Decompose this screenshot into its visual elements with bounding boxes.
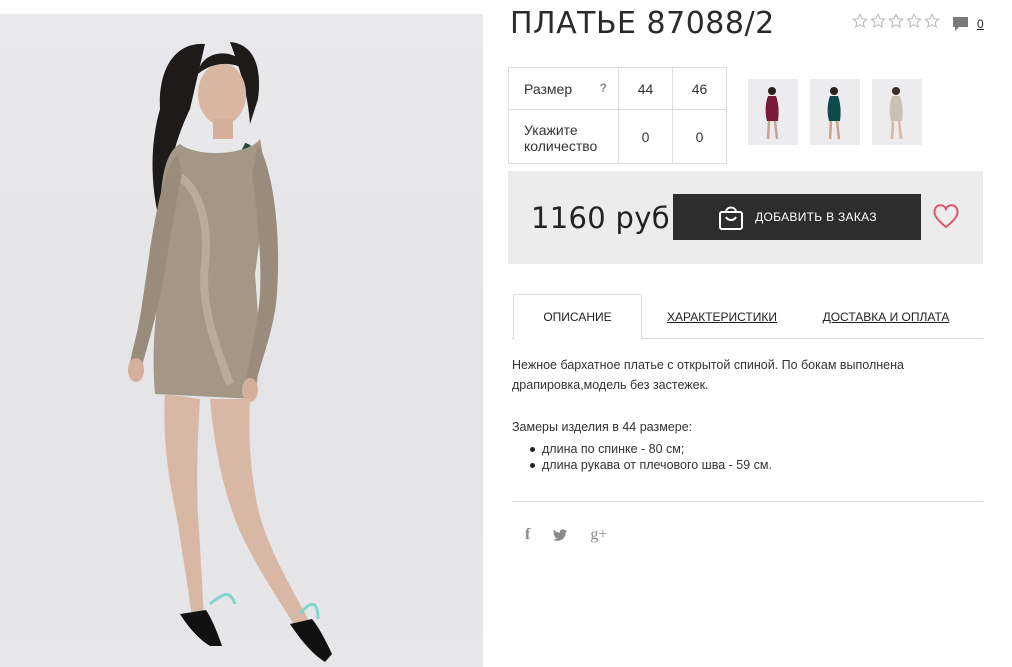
add-to-order-button[interactable]: ДОБАВИТЬ В ЗАКАЗ xyxy=(673,194,921,240)
tab-description[interactable]: ОПИСАНИЕ xyxy=(513,294,642,340)
star-icon[interactable] xyxy=(906,13,922,29)
thumb-image xyxy=(889,87,903,140)
comment-icon xyxy=(953,17,968,31)
comments-link[interactable]: 0 xyxy=(952,16,984,32)
color-thumbnails xyxy=(748,79,922,145)
heart-icon[interactable] xyxy=(932,203,960,229)
product-main-photo[interactable] xyxy=(0,14,483,667)
size-option-46[interactable]: 46 xyxy=(672,67,727,110)
star-icon[interactable] xyxy=(924,13,940,29)
quantity-input-46[interactable]: 0 xyxy=(672,109,727,164)
thumb-burgundy[interactable] xyxy=(748,79,798,145)
quantity-input-44[interactable]: 0 xyxy=(618,109,673,164)
tab-characteristics[interactable]: ХАРАКТЕРИСТИКИ xyxy=(662,294,782,339)
social-share: f g+ xyxy=(525,526,607,544)
thumb-image xyxy=(765,87,779,140)
thumb-beige[interactable] xyxy=(872,79,922,145)
quantity-header: Укажите количество xyxy=(508,109,619,164)
size-label: Размер xyxy=(524,80,573,97)
google-plus-icon[interactable]: g+ xyxy=(590,526,607,544)
star-icon[interactable] xyxy=(888,13,904,29)
add-to-order-label: ДОБАВИТЬ В ЗАКАЗ xyxy=(755,210,877,224)
product-tabs: ОПИСАНИЕ ХАРАКТЕРИСТИКИ ДОСТАВКА И ОПЛАТ… xyxy=(512,294,983,340)
size-option-44[interactable]: 44 xyxy=(618,67,673,110)
purchase-panel: 1160 руб ДОБАВИТЬ В ЗАКАЗ xyxy=(508,171,983,264)
product-title: ПЛАТЬЕ 87088/2 xyxy=(510,6,775,41)
facebook-icon[interactable]: f xyxy=(525,526,530,544)
measure-item: длина по спинке - 80 см; xyxy=(528,441,772,457)
measures-title: Замеры изделия в 44 размере: xyxy=(512,420,693,434)
quantity-label: Укажите количество xyxy=(524,121,598,154)
divider xyxy=(512,501,983,502)
help-icon[interactable]: ? xyxy=(600,81,607,95)
shopping-bag-icon xyxy=(719,206,744,230)
size-quantity-table: Размер ? 44 46 Укажите количество 0 0 xyxy=(508,67,727,164)
twitter-icon[interactable] xyxy=(552,528,568,542)
thumb-teal[interactable] xyxy=(810,79,860,145)
measure-item: длина рукава от плечового шва - 59 см. xyxy=(528,457,772,473)
star-icon[interactable] xyxy=(870,13,886,29)
description-text: Нежное бархатное платье с открытой спино… xyxy=(512,358,904,392)
size-header: Размер ? xyxy=(508,67,619,110)
measures-list: длина по спинке - 80 см; длина рукава от… xyxy=(528,441,772,473)
price: 1160 руб xyxy=(531,201,670,235)
comment-count[interactable]: 0 xyxy=(977,17,984,31)
thumb-image xyxy=(827,87,841,140)
tab-delivery-payment[interactable]: ДОСТАВКА И ОПЛАТА xyxy=(822,294,950,339)
star-icon[interactable] xyxy=(852,13,868,29)
model-illustration xyxy=(128,42,332,662)
rating-stars[interactable] xyxy=(852,13,940,29)
